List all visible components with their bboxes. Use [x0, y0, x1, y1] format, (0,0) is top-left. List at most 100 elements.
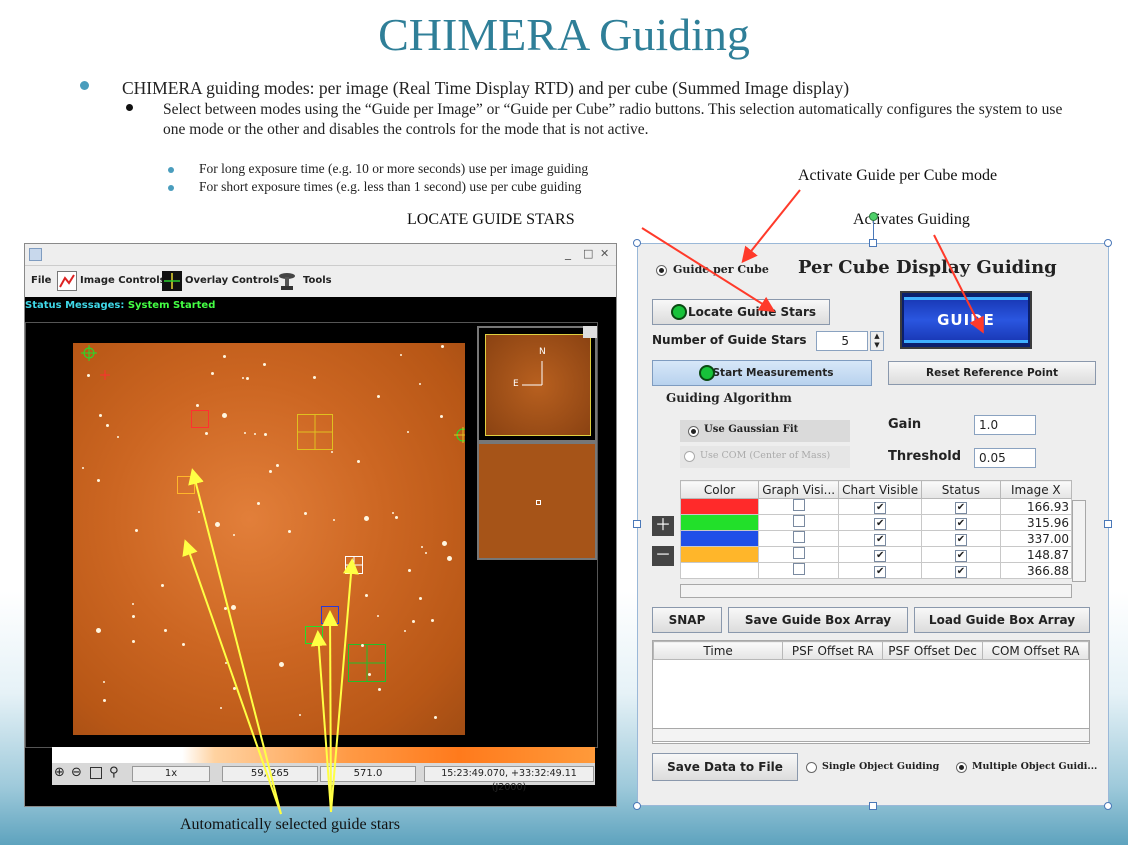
table-header[interactable]: Graph Visi...: [758, 480, 840, 499]
magnifier-cursor: [536, 500, 541, 505]
reset-reference-point-button[interactable]: Reset Reference Point: [888, 361, 1096, 385]
load-guide-box-button[interactable]: Load Guide Box Array: [914, 607, 1090, 633]
star-table-vscroll[interactable]: [1072, 500, 1086, 582]
star: [87, 374, 90, 377]
save-data-button[interactable]: Save Data to File: [652, 753, 798, 781]
num-guide-stars-label: Number of Guide Stars: [652, 333, 807, 347]
color-cell[interactable]: [679, 562, 760, 579]
star: [164, 629, 167, 632]
color-cell[interactable]: [679, 498, 760, 515]
star: [364, 516, 369, 521]
star-table-hscroll[interactable]: [680, 584, 1072, 598]
image-x-cell[interactable]: 337.00: [999, 530, 1073, 547]
zoom-fit-icon[interactable]: [90, 767, 102, 779]
menu-image-controls[interactable]: Image Controls: [80, 275, 166, 286]
snap-button[interactable]: SNAP: [652, 607, 722, 633]
chart-visible-checkbox[interactable]: ✔: [874, 534, 887, 546]
color-cell[interactable]: [679, 514, 760, 531]
graph-visible-checkbox[interactable]: [792, 531, 805, 543]
star: [97, 479, 100, 482]
status-checkbox[interactable]: ✔: [954, 502, 967, 514]
chart-visible-checkbox[interactable]: ✔: [874, 566, 887, 578]
threshold-input[interactable]: 0.05: [974, 448, 1036, 468]
chart-visible-cell: ✔: [838, 546, 923, 563]
status-checkbox[interactable]: ✔: [954, 550, 967, 562]
guide-button[interactable]: GUIDE: [900, 291, 1032, 349]
table-row[interactable]: ✔ ✔ 337.00: [679, 530, 1073, 547]
close-icon[interactable]: ✕: [600, 247, 609, 260]
graph-visible-checkbox[interactable]: [792, 515, 805, 527]
table-header[interactable]: COM Offset RA: [982, 641, 1089, 660]
resize-handle[interactable]: [869, 802, 877, 810]
guide-per-cube-radio[interactable]: [656, 265, 667, 276]
star: [132, 603, 134, 605]
offset-table-hscroll[interactable]: [652, 728, 1090, 742]
star: [231, 605, 236, 610]
num-guide-stars-spinner[interactable]: 5: [816, 331, 868, 351]
graph-visible-checkbox[interactable]: [792, 547, 805, 559]
color-cell[interactable]: [679, 546, 760, 563]
status-checkbox[interactable]: ✔: [954, 518, 967, 530]
image-display-window: _ □ ✕ File Image Controls Overlay Contro…: [24, 243, 617, 807]
resize-handle[interactable]: [633, 802, 641, 810]
graph-visible-checkbox[interactable]: [792, 563, 805, 575]
minimize-icon[interactable]: _: [565, 246, 571, 260]
pan-thumbnail-image[interactable]: N E: [485, 334, 591, 436]
single-object-radio[interactable]: [806, 762, 817, 773]
locate-guide-stars-button[interactable]: Locate Guide Stars: [652, 299, 830, 325]
image-x-cell[interactable]: 366.88: [999, 562, 1073, 579]
table-row[interactable]: ✔ ✔ 166.93: [679, 498, 1073, 515]
table-header[interactable]: Time: [652, 641, 784, 660]
start-measurements-button[interactable]: Start Measurements: [652, 360, 872, 386]
zoom-reset-icon[interactable]: ⚲: [109, 765, 119, 780]
menu-file[interactable]: File: [31, 275, 51, 286]
save-guide-box-button[interactable]: Save Guide Box Array: [728, 607, 908, 633]
star: [263, 363, 266, 366]
table-row[interactable]: ✔ ✔ 315.96: [679, 514, 1073, 531]
remove-star-icon[interactable]: －: [652, 546, 674, 566]
chart-visible-checkbox[interactable]: ✔: [874, 550, 887, 562]
color-cell[interactable]: [679, 530, 760, 547]
table-header[interactable]: Status: [921, 480, 1001, 499]
graph-visible-checkbox[interactable]: [792, 499, 805, 511]
status-checkbox[interactable]: ✔: [954, 534, 967, 546]
gaussian-fit-radio[interactable]: [688, 426, 699, 437]
bullet-long-exposure: For long exposure time (e.g. 10 or more …: [199, 161, 589, 176]
com-radio[interactable]: [684, 451, 695, 462]
add-star-icon[interactable]: ＋: [652, 516, 674, 536]
chart-visible-checkbox[interactable]: ✔: [874, 518, 887, 530]
spinner-arrows-icon[interactable]: ▲ ▼: [870, 331, 884, 351]
compass-east-label: E: [513, 379, 519, 389]
star-field-image[interactable]: [73, 343, 465, 735]
rotate-handle[interactable]: [869, 212, 878, 221]
status-checkbox[interactable]: ✔: [954, 566, 967, 578]
table-header[interactable]: Chart Visible: [838, 480, 923, 499]
resize-handle[interactable]: [869, 239, 877, 247]
star: [246, 377, 249, 380]
resize-handle[interactable]: [1104, 520, 1112, 528]
resize-handle[interactable]: [633, 520, 641, 528]
resize-handle[interactable]: [633, 239, 641, 247]
zoom-in-icon[interactable]: ⊕: [54, 765, 65, 780]
image-x-cell[interactable]: 148.87: [999, 546, 1073, 563]
table-header[interactable]: Image X: [999, 480, 1073, 499]
gain-label: Gain: [888, 417, 922, 432]
chart-visible-checkbox[interactable]: ✔: [874, 502, 887, 514]
image-x-cell[interactable]: 166.93: [999, 498, 1073, 515]
zoom-out-icon[interactable]: ⊖: [71, 765, 82, 780]
resize-handle[interactable]: [1104, 239, 1112, 247]
gain-input[interactable]: 1.0: [974, 415, 1036, 435]
table-row[interactable]: ✔ ✔ 148.87: [679, 546, 1073, 563]
table-header[interactable]: PSF Offset RA: [782, 641, 884, 660]
scrollbar[interactable]: [583, 326, 597, 338]
maximize-icon[interactable]: □: [583, 247, 593, 260]
resize-handle[interactable]: [1104, 802, 1112, 810]
table-header[interactable]: PSF Offset Dec: [882, 641, 984, 660]
menu-tools[interactable]: Tools: [303, 275, 332, 286]
tools-icon: [277, 271, 297, 291]
table-header[interactable]: Color: [679, 480, 760, 499]
multiple-object-radio[interactable]: [956, 762, 967, 773]
table-row[interactable]: ✔ ✔ 366.88: [679, 562, 1073, 579]
menu-overlay-controls[interactable]: Overlay Controls: [185, 275, 279, 286]
image-x-cell[interactable]: 315.96: [999, 514, 1073, 531]
